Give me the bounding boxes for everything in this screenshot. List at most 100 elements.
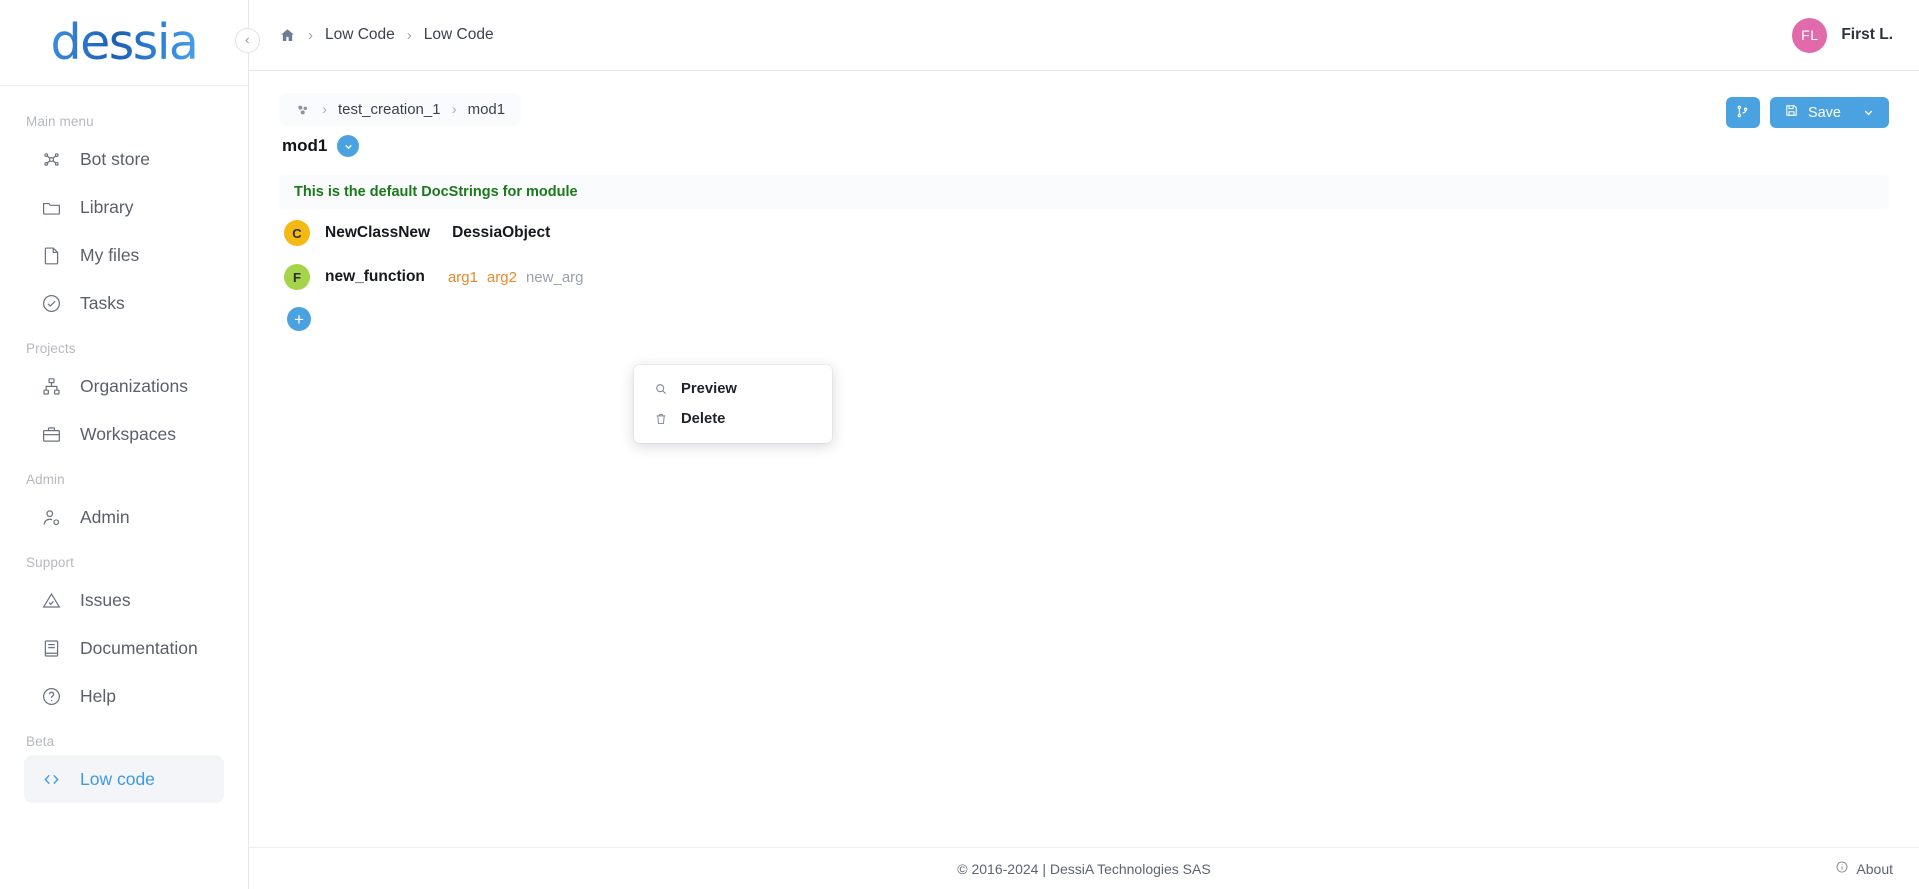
sidebar-item-label: My files: [80, 244, 140, 265]
sidebar: dessia Main menu Bot store Library My fi…: [0, 0, 249, 889]
function-row[interactable]: F new_function arg1 arg2 new_arg: [279, 257, 584, 297]
question-circle-icon: [40, 685, 62, 707]
sidebar-item-low-code[interactable]: Low code: [24, 755, 224, 803]
sidebar-nav: Main menu Bot store Library My files Tas…: [0, 86, 248, 889]
module-breadcrumb-separator: ›: [451, 101, 457, 118]
sidebar-item-issues[interactable]: Issues: [24, 576, 224, 624]
topbar: › Low Code › Low Code FL First L.: [249, 0, 1919, 71]
book-icon: [40, 637, 62, 659]
sidebar-section-label-admin: Admin: [26, 472, 65, 487]
context-menu: Preview Delete: [634, 365, 832, 443]
trash-icon: [654, 412, 668, 426]
user-cog-icon: [40, 506, 62, 528]
function-badge: F: [284, 264, 310, 290]
sidebar-item-bot-store[interactable]: Bot store: [24, 135, 224, 183]
function-arg: arg1: [447, 268, 478, 286]
class-name: NewClassNew: [325, 224, 431, 241]
sidebar-item-documentation[interactable]: Documentation: [24, 624, 224, 672]
module-title-row: mod1: [282, 135, 1726, 157]
sidebar-item-label: Documentation: [80, 637, 198, 658]
sidebar-item-label: Issues: [80, 589, 131, 610]
about-label: About: [1856, 860, 1893, 877]
function-args: arg1 arg2 new_arg: [448, 269, 584, 286]
chevron-down-icon: [1864, 110, 1873, 116]
magnifier-icon: [654, 382, 668, 396]
breadcrumb: › Low Code › Low Code: [279, 26, 494, 44]
app-root: dessia Main menu Bot store Library My fi…: [0, 0, 1919, 889]
content-area: › test_creation_1 › mod1 mod1 Save This …: [249, 71, 1919, 847]
add-member-button[interactable]: +: [287, 307, 311, 331]
sidebar-item-label: Library: [80, 196, 134, 217]
sidebar-item-library[interactable]: Library: [24, 183, 224, 231]
save-button[interactable]: Save: [1769, 97, 1889, 128]
module-breadcrumb-separator: ›: [322, 101, 327, 118]
breadcrumb-separator: ›: [308, 26, 313, 44]
org-chart-icon: [40, 375, 62, 397]
context-menu-label: Preview: [681, 381, 737, 397]
user-name: First L.: [1841, 26, 1893, 43]
sidebar-item-organizations[interactable]: Organizations: [24, 362, 224, 410]
context-menu-label: Delete: [681, 411, 726, 427]
sidebar-collapse-button[interactable]: [235, 28, 260, 53]
module-breadcrumb-item-module[interactable]: mod1: [468, 101, 506, 118]
context-menu-item-preview[interactable]: Preview: [634, 374, 832, 404]
home-icon[interactable]: [279, 27, 296, 44]
file-icon: [40, 244, 62, 266]
sidebar-item-label: Admin: [80, 506, 130, 527]
context-menu-item-delete[interactable]: Delete: [634, 404, 832, 434]
user-menu[interactable]: FL First L.: [1792, 17, 1893, 53]
main-area: › Low Code › Low Code FL First L. › test…: [235, 0, 1919, 889]
avatar: FL: [1792, 17, 1828, 53]
sidebar-item-label: Workspaces: [80, 423, 176, 444]
sidebar-section-label-projects: Projects: [26, 341, 76, 356]
dessia-logo: dessia: [50, 14, 199, 71]
sidebar-item-help[interactable]: Help: [24, 672, 224, 720]
class-base: DessiaObject: [452, 224, 551, 241]
briefcase-icon: [40, 423, 62, 445]
save-button-label: Save: [1807, 104, 1841, 121]
module-actions: Save: [1725, 93, 1889, 128]
sidebar-item-admin[interactable]: Admin: [24, 493, 224, 541]
about-link[interactable]: About: [1835, 860, 1893, 877]
copyright-text: © 2016-2024 | DessiA Technologies SAS: [957, 860, 1211, 877]
folder-icon: [40, 196, 62, 218]
sidebar-item-tasks[interactable]: Tasks: [24, 279, 224, 327]
function-arg: new_arg: [525, 268, 584, 286]
sidebar-item-label: Tasks: [80, 292, 125, 313]
page-title: mod1: [282, 136, 328, 155]
sidebar-item-label: Help: [80, 685, 116, 706]
module-expand-button[interactable]: [337, 135, 360, 157]
breadcrumb-item-1[interactable]: Low Code: [325, 26, 395, 44]
sidebar-item-label: Low code: [80, 768, 155, 789]
module-docstring[interactable]: This is the default DocStrings for modul…: [279, 175, 1889, 209]
code-brackets-icon: [40, 768, 62, 790]
function-arg: arg2: [486, 268, 517, 286]
sidebar-section-label-beta: Beta: [26, 734, 55, 749]
git-branch-icon: [1735, 104, 1750, 122]
save-dropdown-toggle[interactable]: [1862, 106, 1875, 119]
class-badge: C: [284, 220, 310, 246]
chevron-left-icon: [245, 37, 249, 44]
info-circle-icon: [1835, 860, 1849, 877]
class-row[interactable]: C NewClassNew DessiaObject: [279, 213, 550, 253]
alert-triangle-icon: [40, 589, 62, 611]
module-breadcrumb-item-project[interactable]: test_creation_1: [338, 101, 441, 118]
breadcrumb-separator: ›: [406, 26, 412, 44]
bot-store-icon: [40, 148, 62, 170]
sidebar-section-label-main-menu: Main menu: [26, 114, 94, 129]
sidebar-item-label: Organizations: [80, 375, 188, 396]
cube-icon[interactable]: [295, 102, 311, 118]
sidebar-item-workspaces[interactable]: Workspaces: [24, 410, 224, 458]
logo-area: dessia: [0, 0, 248, 86]
floppy-disk-icon: [1784, 103, 1799, 122]
sidebar-item-label: Bot store: [80, 148, 151, 169]
module-breadcrumb: › test_creation_1 › mod1: [279, 93, 522, 126]
function-name: new_function: [325, 268, 425, 285]
git-branch-button[interactable]: [1725, 97, 1760, 128]
breadcrumb-item-2[interactable]: Low Code: [424, 26, 494, 44]
footer: © 2016-2024 | DessiA Technologies SAS Ab…: [249, 847, 1919, 889]
chevron-down-icon: [345, 144, 352, 149]
module-header-row: › test_creation_1 › mod1 mod1 Save: [279, 93, 1889, 157]
sidebar-section-label-support: Support: [26, 555, 74, 570]
sidebar-item-my-files[interactable]: My files: [24, 231, 224, 279]
